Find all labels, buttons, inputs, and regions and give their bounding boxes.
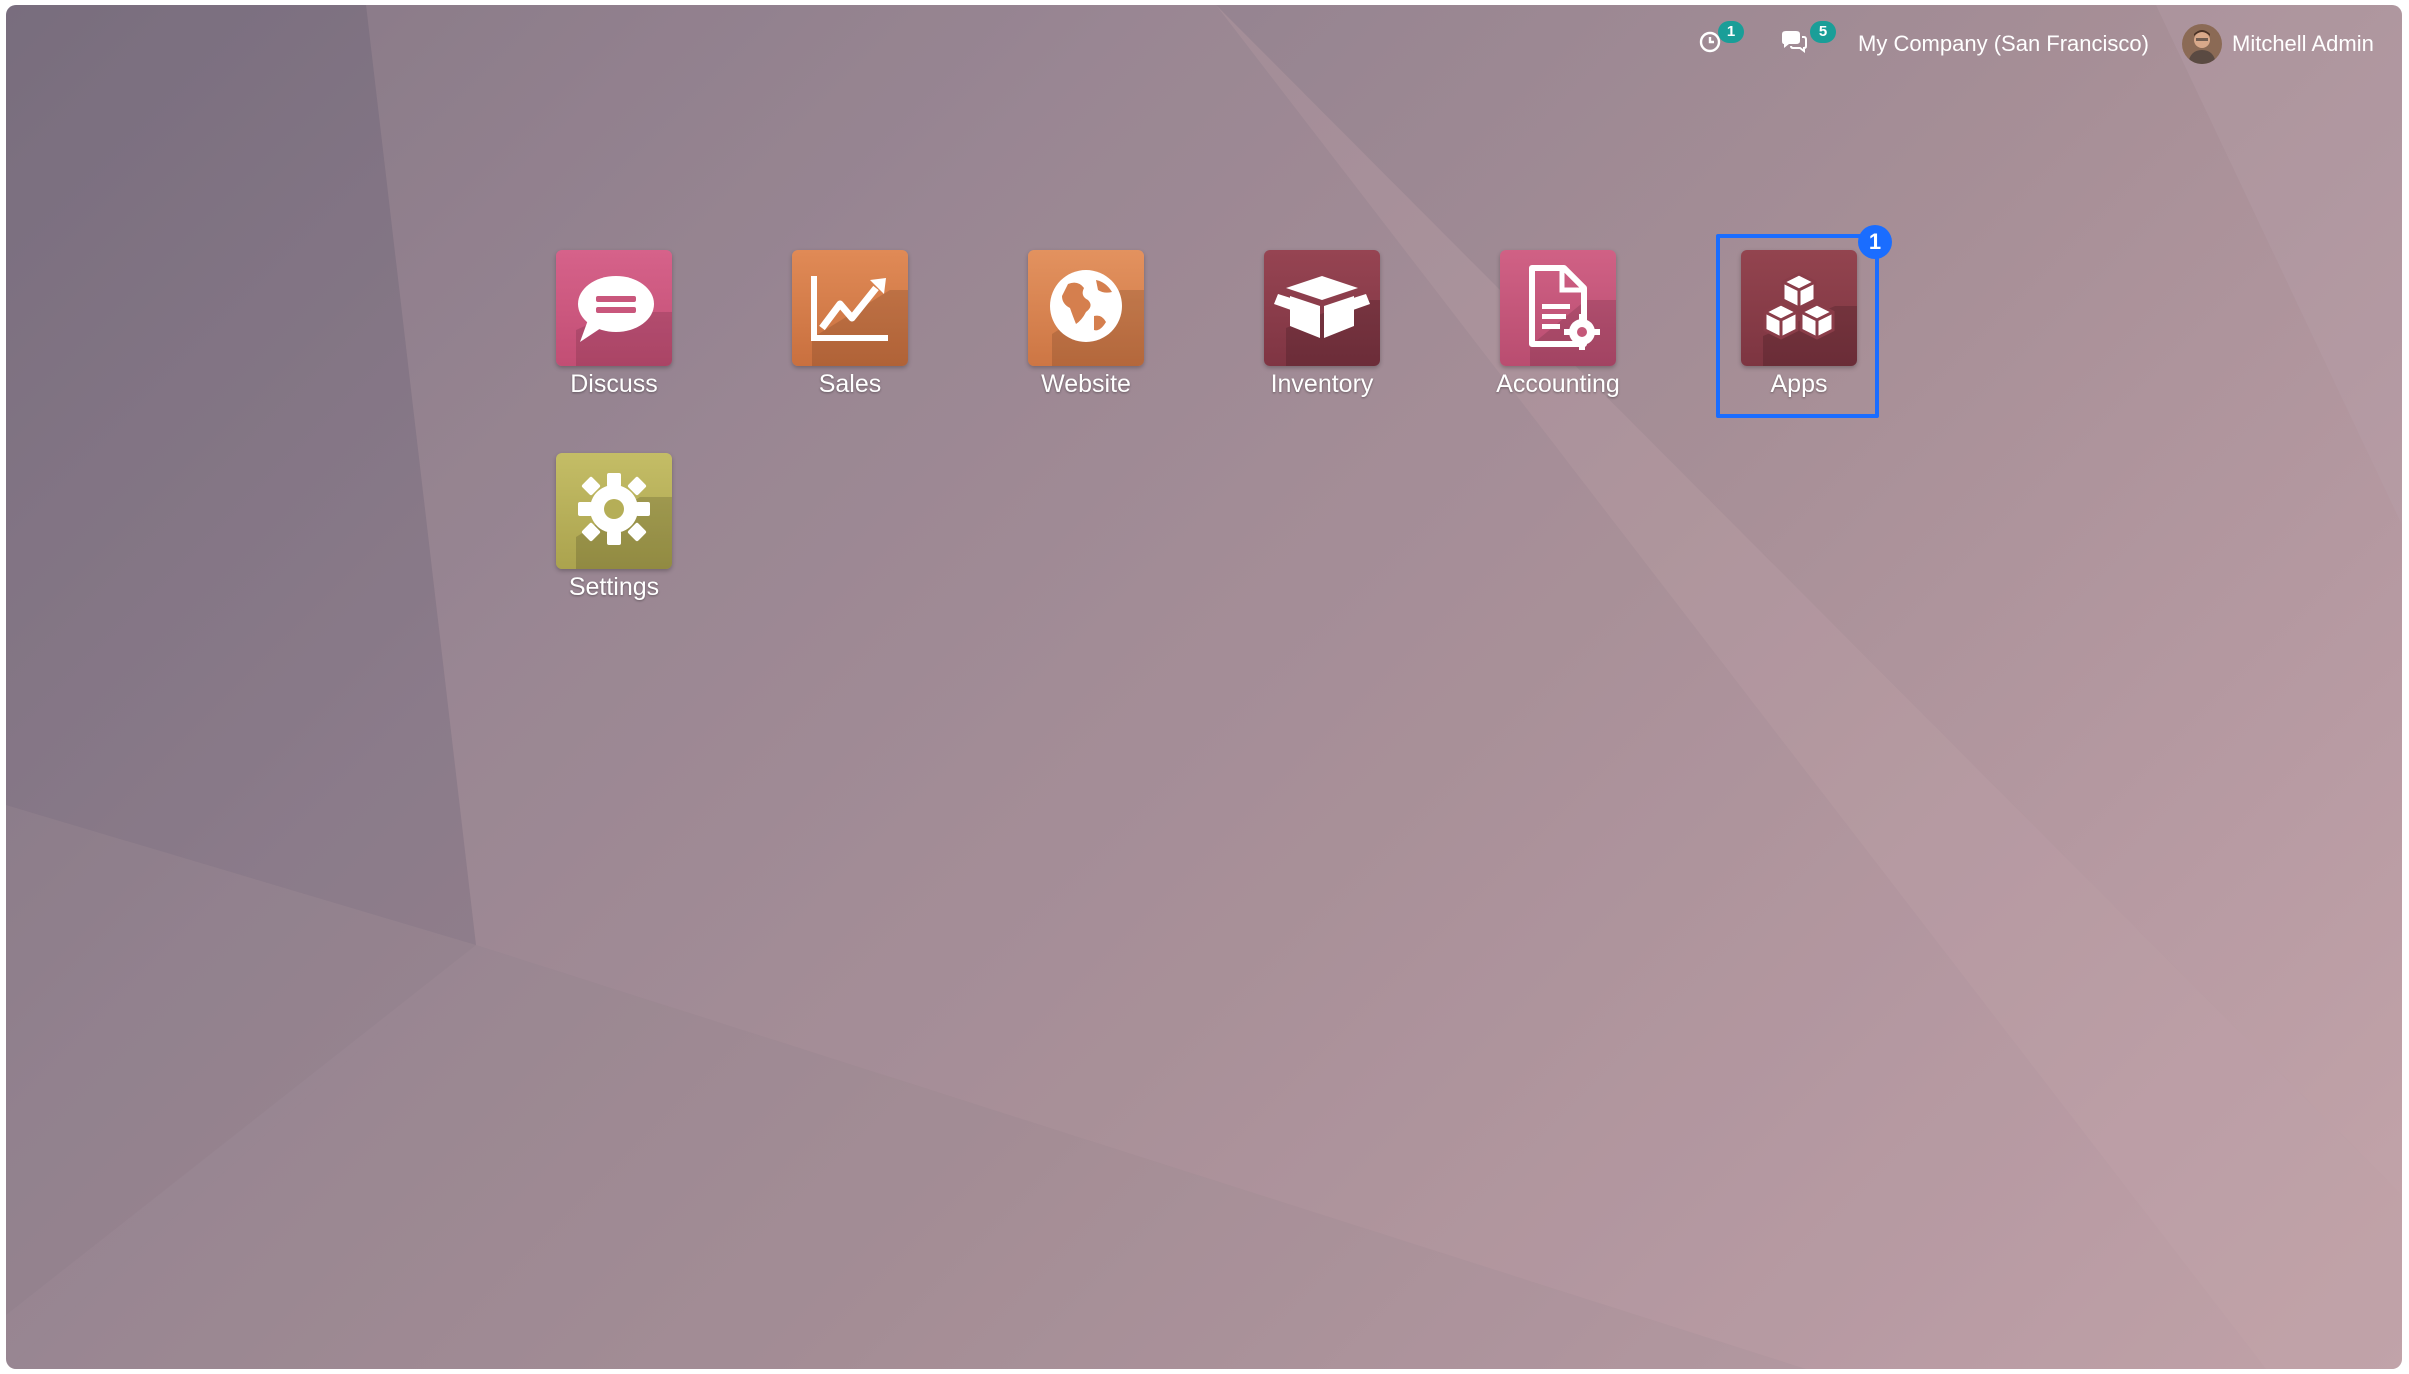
- highlight-marker-badge: 1: [1858, 225, 1892, 259]
- user-avatar: [2182, 24, 2222, 64]
- gear-icon: [556, 453, 672, 569]
- app-label: Discuss: [570, 370, 658, 398]
- accounting-app-icon: [1500, 250, 1616, 366]
- app-label: Inventory: [1270, 370, 1374, 398]
- app-discuss[interactable]: Discuss: [529, 242, 699, 412]
- discuss-app-icon: [556, 250, 672, 366]
- company-name: My Company (San Francisco): [1858, 31, 2149, 56]
- chat-bubbles-icon: [1780, 30, 1808, 59]
- speech-bubble-icon: [556, 250, 672, 366]
- company-switcher[interactable]: My Company (San Francisco): [1858, 5, 2149, 83]
- user-name: Mitchell Admin: [2232, 31, 2374, 56]
- app-sales[interactable]: Sales: [765, 242, 935, 412]
- sales-app-icon: [792, 250, 908, 366]
- app-label: Settings: [568, 573, 660, 601]
- messages-count-badge: 5: [1810, 21, 1836, 43]
- app-label: Website: [1041, 370, 1131, 398]
- background-pattern: [6, 5, 2402, 1369]
- document-gear-icon: [1500, 250, 1616, 366]
- app-inventory[interactable]: Inventory: [1237, 242, 1407, 412]
- open-box-icon: [1264, 250, 1380, 366]
- user-menu[interactable]: Mitchell Admin: [2182, 5, 2374, 83]
- apps-highlight-box: [1716, 234, 1879, 418]
- app-website[interactable]: Website: [1001, 242, 1171, 412]
- app-label: Sales: [818, 370, 882, 398]
- globe-icon: [1028, 250, 1144, 366]
- home-screen: 1 5 My Company (San Francisco) Mitchell …: [6, 5, 2402, 1369]
- app-settings[interactable]: Settings: [529, 445, 699, 615]
- inventory-app-icon: [1264, 250, 1380, 366]
- activity-count-badge: 1: [1718, 21, 1744, 43]
- activity-button[interactable]: 1: [1698, 5, 1748, 83]
- website-app-icon: [1028, 250, 1144, 366]
- app-label: Accounting: [1496, 370, 1620, 398]
- trend-chart-icon: [792, 250, 908, 366]
- app-accounting[interactable]: Accounting: [1473, 242, 1643, 412]
- messages-button[interactable]: 5: [1780, 5, 1838, 83]
- settings-app-icon: [556, 453, 672, 569]
